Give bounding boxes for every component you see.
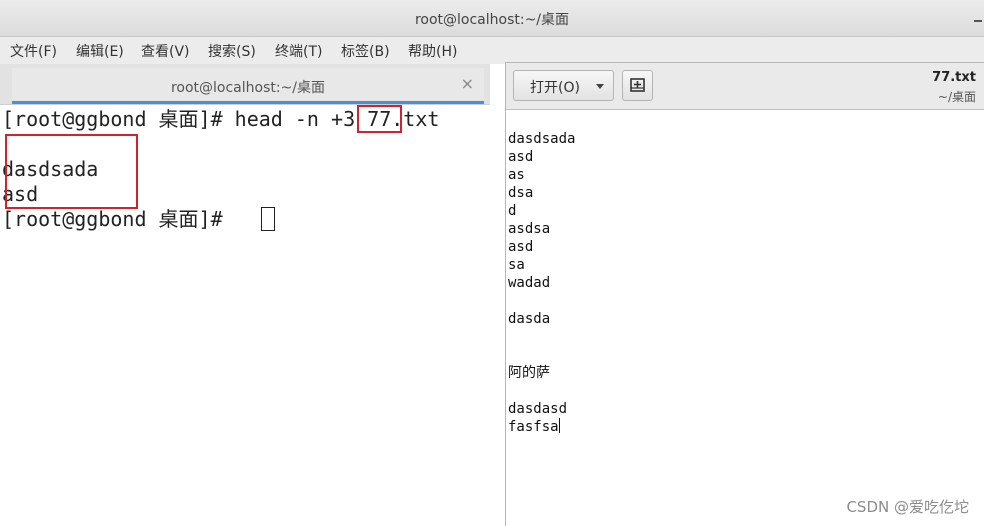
active-tab-indicator [12,101,484,104]
minimize-button[interactable] [974,20,982,22]
editor-line: dasda [508,311,551,327]
watermark: CSDN @爱吃仡坨 [846,498,969,516]
prompt-close: ]# [198,107,235,131]
text-cursor [558,418,560,433]
window-title: root@localhost:~/桌面 [414,12,570,28]
new-document-button[interactable] [622,70,653,101]
document-pin-icon [630,78,645,92]
editor-line: d [508,203,517,219]
editor-line: dasdsada [508,131,576,147]
open-button[interactable]: 打开(O) [513,70,614,101]
editor-line: dasdasd [508,401,568,417]
prompt-open: [ [2,107,15,131]
title-bar: root@localhost:~/桌面 [0,0,984,37]
menu-file[interactable]: 文件(F) [10,41,57,61]
terminal-cursor [261,207,275,231]
menu-tabs[interactable]: 标签(B) [341,41,390,61]
chevron-down-icon [596,84,604,89]
close-icon[interactable]: × [461,74,474,93]
editor-line: asd [508,239,534,255]
tab-bar: root@localhost:~/桌面 × [0,64,490,105]
editor-line: sa [508,257,525,273]
editor-line: as [508,167,525,183]
prompt-host: root@ggbond 桌面 [14,107,199,131]
menu-terminal[interactable]: 终端(T) [275,41,322,61]
menu-help[interactable]: 帮助(H) [408,41,457,61]
open-button-label: 打开(O) [530,80,580,96]
editor-line: asd [508,149,534,165]
editor-line: fasfsa [508,418,560,435]
document-title: 77.txt [932,70,976,85]
highlight-output-box [5,134,138,209]
menu-edit[interactable]: 编辑(E) [76,41,124,61]
menu-view[interactable]: 查看(V) [141,41,190,61]
editor-text-area[interactable]: dasdsada asd as dsa d asdsa asd sa wadad dasda 阿的萨… [508,130,575,436]
document-path: ~/桌面 [937,90,976,104]
prompt-line: [root@ggbond 桌面]# [2,207,235,231]
terminal-output[interactable]: [root@ggbond 桌面]# head -n +3 77.txt dasd… [0,105,505,525]
text-editor-window: 打开(O) 77.txt ~/桌面 dasdsada asd as dsa d asdsa… [505,62,984,526]
menu-bar: 文件(F) 编辑(E) 查看(V) 搜索(S) 终端(T) 标签(B) 帮助(H… [0,37,984,64]
command-flag: -n [294,107,319,131]
editor-header-bar: 打开(O) 77.txt ~/桌面 [506,63,984,110]
editor-line: wadad [508,275,551,291]
highlight-arg-box [357,105,402,133]
tab-title: root@localhost:~/桌面 [170,80,326,96]
terminal-tab[interactable]: root@localhost:~/桌面 × [12,68,484,100]
editor-line: asdsa [508,221,551,237]
command-head: head [234,107,283,131]
menu-search[interactable]: 搜索(S) [208,41,256,61]
editor-line: 阿的萨 [508,365,550,381]
editor-line: dsa [508,185,534,201]
command-arg: +3 [331,107,356,131]
